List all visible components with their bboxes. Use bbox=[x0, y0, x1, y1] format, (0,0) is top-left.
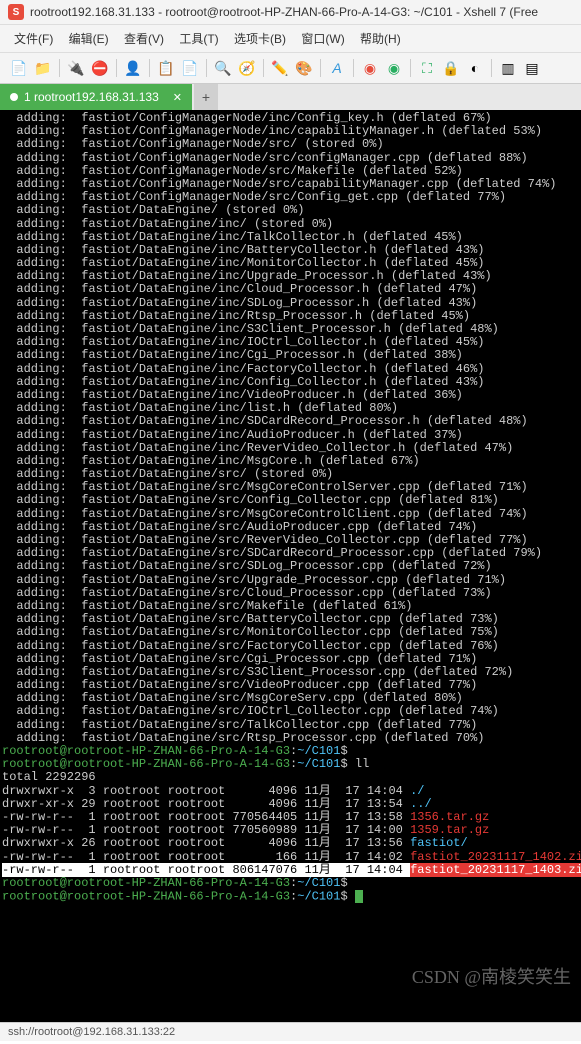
separator bbox=[116, 59, 117, 77]
new-session-icon[interactable]: 📄 bbox=[8, 57, 30, 79]
menu-help[interactable]: 帮助(H) bbox=[354, 28, 407, 49]
separator bbox=[410, 59, 411, 77]
xftp-icon[interactable]: ◉ bbox=[383, 57, 405, 79]
font-icon[interactable]: A bbox=[326, 57, 348, 79]
lock-icon[interactable]: 🔒 bbox=[440, 57, 462, 79]
window-title: rootroot192.168.31.133 - rootroot@rootro… bbox=[30, 5, 538, 19]
tab-label: 1 rootroot192.168.31.133 bbox=[24, 90, 159, 104]
tab-active[interactable]: 1 rootroot192.168.31.133 ✕ bbox=[0, 84, 192, 110]
menu-tools[interactable]: 工具(T) bbox=[173, 28, 224, 49]
nav-icon[interactable]: 🧭 bbox=[236, 57, 258, 79]
disconnect-icon[interactable]: ⛔ bbox=[89, 57, 111, 79]
open-icon[interactable]: 📁 bbox=[32, 57, 54, 79]
app-icon: S bbox=[8, 4, 24, 20]
profile-icon[interactable]: 👤 bbox=[122, 57, 144, 79]
menu-tabs[interactable]: 选项卡(B) bbox=[228, 28, 292, 49]
copy-icon[interactable]: 📋 bbox=[155, 57, 177, 79]
xshell-icon[interactable]: ◉ bbox=[359, 57, 381, 79]
separator bbox=[491, 59, 492, 77]
separator bbox=[353, 59, 354, 77]
connection-status: ssh://rootroot@192.168.31.133:22 bbox=[8, 1026, 175, 1038]
split-v-icon[interactable]: ▤ bbox=[521, 57, 543, 79]
terminal[interactable]: adding: fastiot/ConfigManagerNode/inc/Co… bbox=[0, 110, 581, 1022]
menu-window[interactable]: 窗口(W) bbox=[295, 28, 350, 49]
menu-edit[interactable]: 编辑(E) bbox=[63, 28, 115, 49]
separator bbox=[263, 59, 264, 77]
menu-bar: 文件(F) 编辑(E) 查看(V) 工具(T) 选项卡(B) 窗口(W) 帮助(… bbox=[0, 25, 581, 53]
tab-add-button[interactable]: + bbox=[194, 84, 218, 110]
reconnect-icon[interactable]: 🔌 bbox=[65, 57, 87, 79]
transparency-icon[interactable]: ◐ bbox=[464, 57, 486, 79]
menu-file[interactable]: 文件(F) bbox=[8, 28, 59, 49]
fullscreen-icon[interactable]: ⛶ bbox=[416, 57, 438, 79]
tab-bar: 1 rootroot192.168.31.133 ✕ + bbox=[0, 84, 581, 110]
separator bbox=[59, 59, 60, 77]
separator bbox=[206, 59, 207, 77]
watermark: CSDN @南棱笑笑生 bbox=[412, 968, 571, 988]
menu-view[interactable]: 查看(V) bbox=[118, 28, 170, 49]
close-icon[interactable]: ✕ bbox=[173, 91, 182, 104]
split-h-icon[interactable]: ▥ bbox=[497, 57, 519, 79]
highlight-icon[interactable]: ✏️ bbox=[269, 57, 291, 79]
separator bbox=[320, 59, 321, 77]
tab-status-icon bbox=[10, 93, 18, 101]
toolbar: 📄 📁 🔌 ⛔ 👤 📋 📄 🔍 🧭 ✏️ 🎨 A ◉ ◉ ⛶ 🔒 ◐ ▥ ▤ bbox=[0, 53, 581, 84]
separator bbox=[149, 59, 150, 77]
paste-icon[interactable]: 📄 bbox=[179, 57, 201, 79]
palette-icon[interactable]: 🎨 bbox=[293, 57, 315, 79]
search-icon[interactable]: 🔍 bbox=[212, 57, 234, 79]
status-bar: ssh://rootroot@192.168.31.133:22 bbox=[0, 1022, 581, 1041]
title-bar: S rootroot192.168.31.133 - rootroot@root… bbox=[0, 0, 581, 25]
